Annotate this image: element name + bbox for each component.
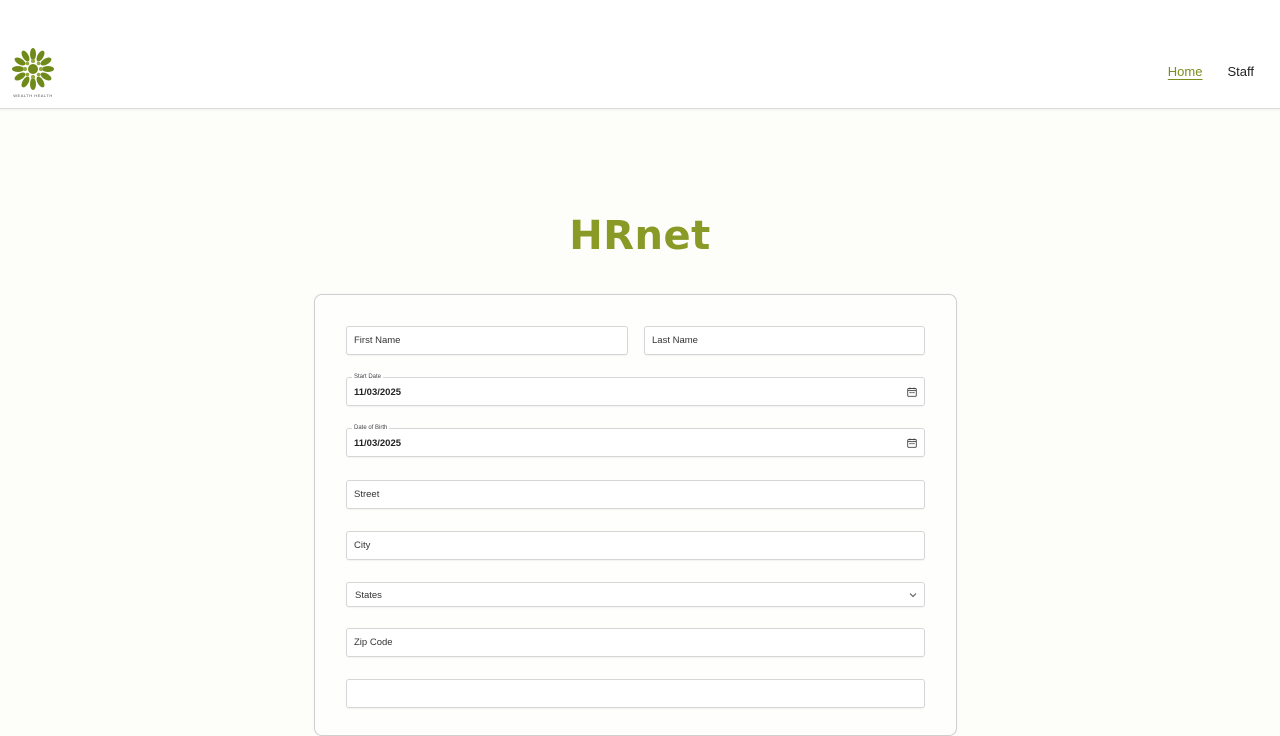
state-select-value: States xyxy=(355,590,382,601)
last-name-input[interactable] xyxy=(645,327,924,354)
city-field[interactable] xyxy=(346,531,925,560)
date-of-birth-value[interactable]: 11/03/2025 xyxy=(354,438,401,449)
date-of-birth-label: Date of Birth xyxy=(352,424,390,432)
calendar-icon[interactable] xyxy=(907,387,917,397)
department-field[interactable] xyxy=(346,679,925,708)
logo-text: WEALTH HEALTH xyxy=(13,93,53,98)
state-select[interactable]: States xyxy=(346,582,925,607)
chevron-down-icon xyxy=(909,593,917,598)
nav-link-staff[interactable]: Staff xyxy=(1227,64,1254,79)
first-name-input[interactable] xyxy=(347,327,627,354)
main-nav: Home Staff xyxy=(1168,64,1254,79)
street-field[interactable] xyxy=(346,480,925,509)
sunburst-logo-icon xyxy=(12,48,54,90)
calendar-icon[interactable] xyxy=(907,438,917,448)
date-of-birth-field[interactable]: Date of Birth 11/03/2025 xyxy=(346,424,925,457)
city-input[interactable] xyxy=(347,532,924,559)
start-date-label: Start Date xyxy=(352,373,384,381)
start-date-field[interactable]: Start Date 11/03/2025 xyxy=(346,373,925,406)
wealth-health-logo[interactable]: WEALTH HEALTH xyxy=(8,44,58,100)
start-date-value[interactable]: 11/03/2025 xyxy=(354,387,401,398)
site-header: WEALTH HEALTH Home Staff xyxy=(0,0,1280,109)
zip-code-input[interactable] xyxy=(347,629,924,656)
street-input[interactable] xyxy=(347,481,924,508)
nav-link-home[interactable]: Home xyxy=(1168,64,1203,79)
zip-code-field[interactable] xyxy=(346,628,925,657)
first-name-field[interactable] xyxy=(346,326,628,355)
create-employee-form: Start Date 11/03/2025 Date of Birth 11/0… xyxy=(314,294,957,736)
page-title: HRnet xyxy=(569,213,711,259)
last-name-field[interactable] xyxy=(644,326,925,355)
